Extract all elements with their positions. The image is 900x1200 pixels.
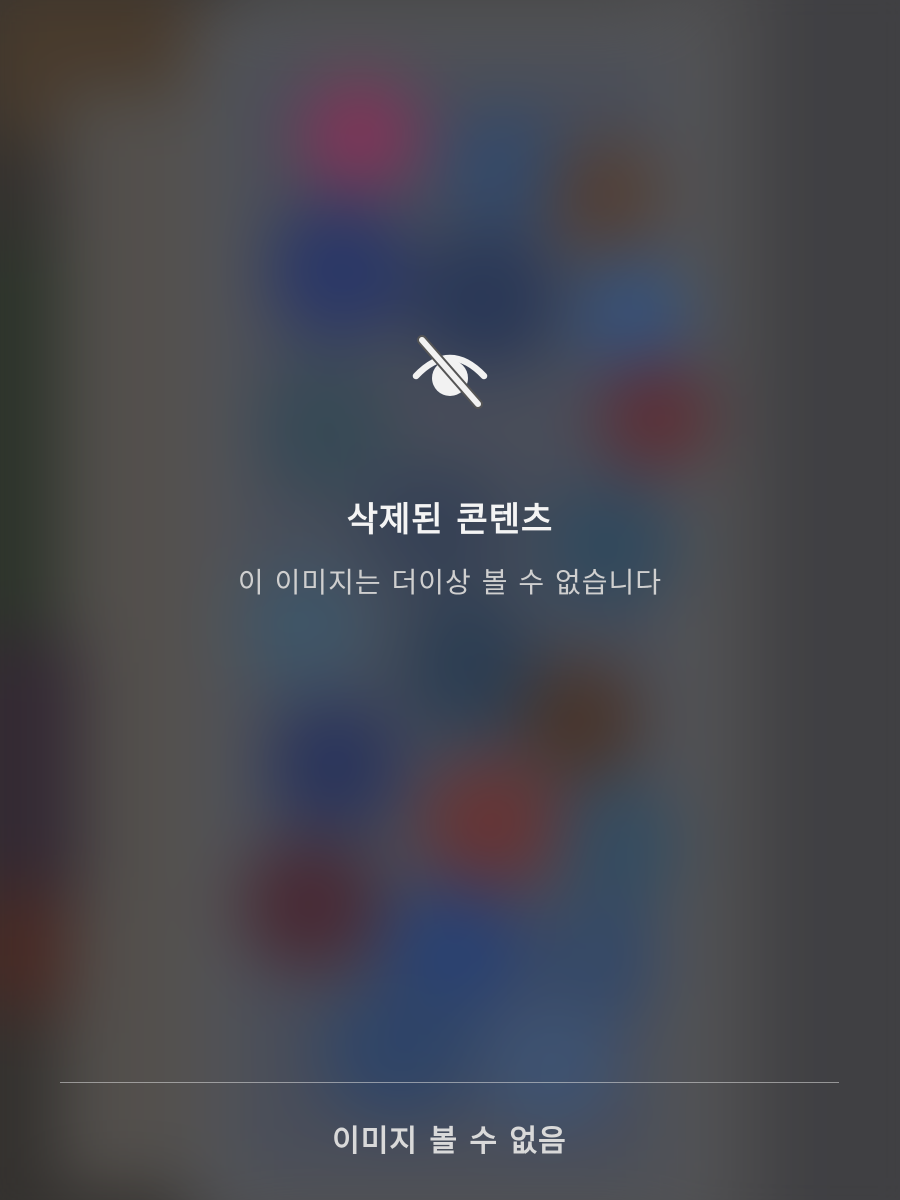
eye-slash-icon — [412, 335, 488, 409]
dark-scrim — [0, 0, 900, 1200]
unavailable-image-button[interactable]: 이미지 볼 수 없음 — [60, 1083, 839, 1193]
deleted-content-notice: 삭제된 콘텐츠 이 이미지는 더이상 볼 수 없습니다 — [0, 330, 900, 600]
deleted-content-screen: 삭제된 콘텐츠 이 이미지는 더이상 볼 수 없습니다 이미지 볼 수 없음 — [0, 0, 900, 1200]
notice-title: 삭제된 콘텐츠 — [346, 500, 554, 540]
notice-subtitle: 이 이미지는 더이상 볼 수 없습니다 — [237, 566, 663, 599]
